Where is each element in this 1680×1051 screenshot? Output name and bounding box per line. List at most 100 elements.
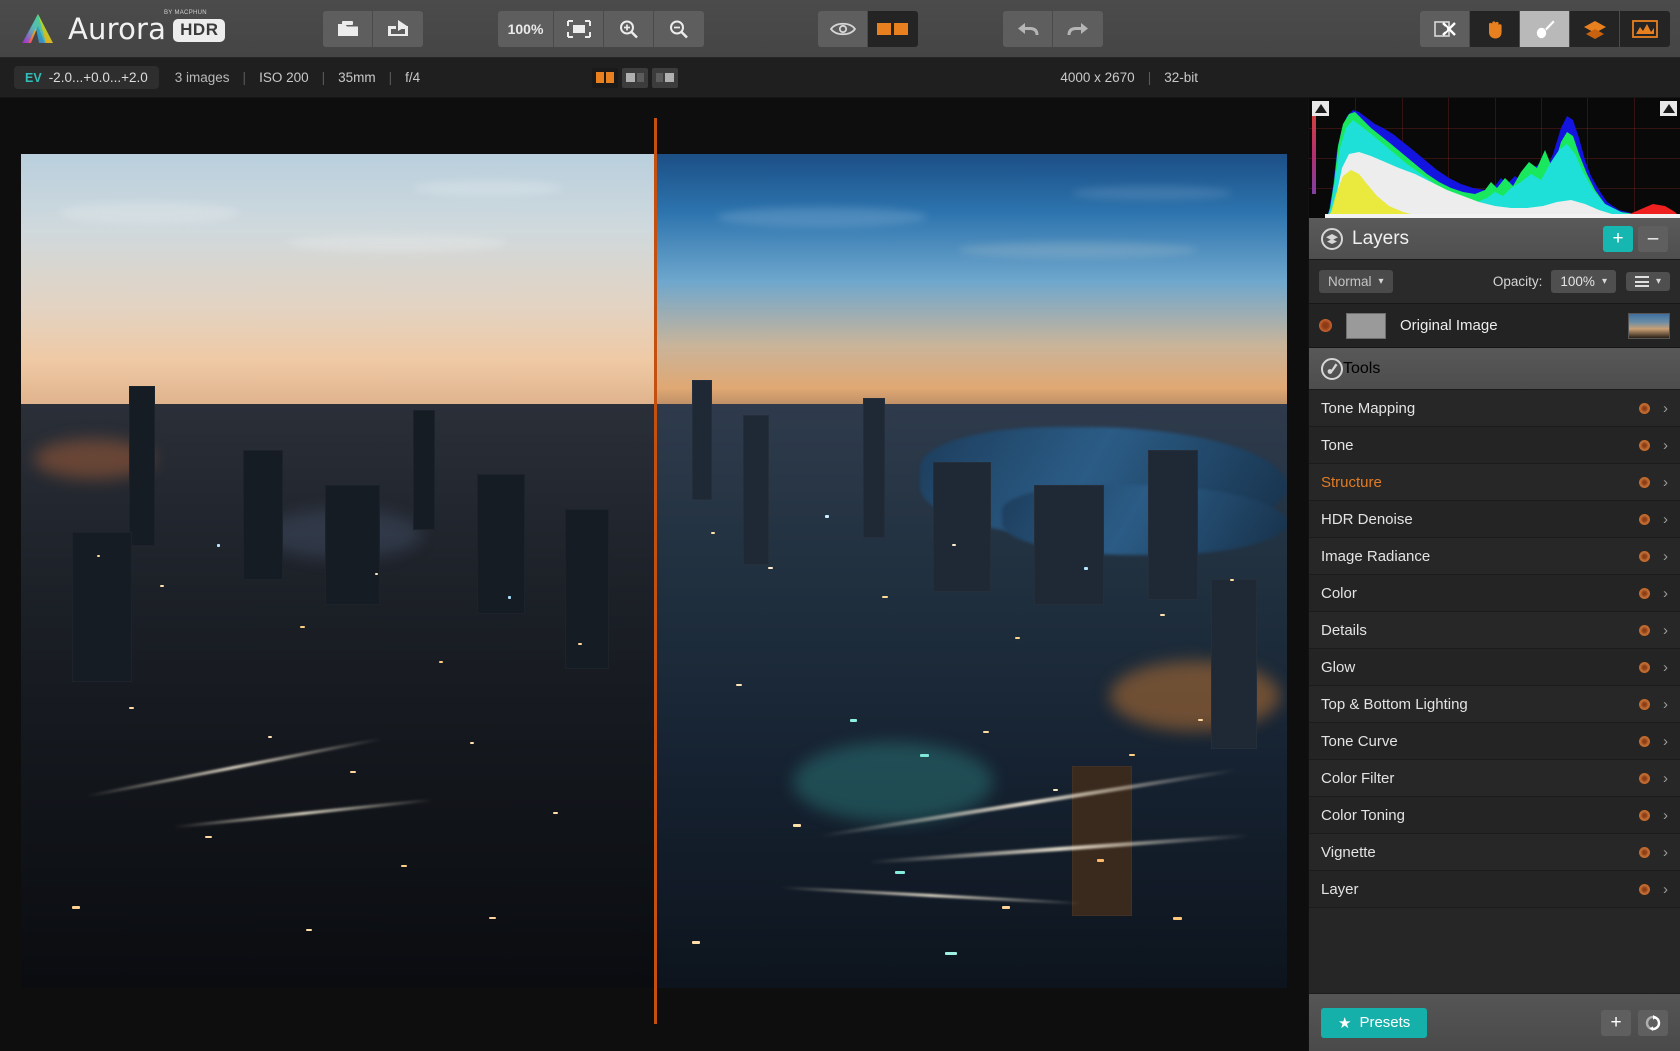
tool-enable-toggle[interactable] xyxy=(1639,809,1650,821)
tool-enable-toggle[interactable] xyxy=(1639,846,1650,858)
tool-row[interactable]: HDR Denoise › xyxy=(1309,501,1680,538)
layer-options-menu-button[interactable]: ▾ xyxy=(1625,272,1670,291)
tool-enable-toggle[interactable] xyxy=(1639,698,1650,710)
tool-enable-toggle[interactable] xyxy=(1639,624,1650,636)
histogram-display[interactable] xyxy=(1309,98,1680,218)
crop-button[interactable] xyxy=(1420,10,1470,47)
brush-tool-button[interactable] xyxy=(1520,10,1570,47)
remove-layer-button[interactable]: – xyxy=(1638,225,1668,252)
tool-row[interactable]: Image Radiance › xyxy=(1309,538,1680,575)
shadow-clipping-warning-icon[interactable] xyxy=(1312,101,1329,116)
tool-row[interactable]: Color Filter › xyxy=(1309,760,1680,797)
view-mode-split-button[interactable] xyxy=(592,67,618,88)
tool-row[interactable]: Top & Bottom Lighting › xyxy=(1309,686,1680,723)
tool-row[interactable]: Tone Curve › xyxy=(1309,723,1680,760)
chevron-right-icon[interactable]: › xyxy=(1663,548,1668,565)
chevron-down-icon: ▾ xyxy=(1378,276,1384,287)
tool-enable-toggle[interactable] xyxy=(1639,476,1650,488)
chevron-right-icon[interactable]: › xyxy=(1663,770,1668,787)
tool-label: Tone Curve xyxy=(1321,732,1398,750)
split-divider[interactable] xyxy=(654,117,657,1024)
tool-row[interactable]: Color › xyxy=(1309,575,1680,612)
chevron-right-icon[interactable]: › xyxy=(1663,474,1668,491)
image-canvas[interactable] xyxy=(0,98,1308,1051)
tool-enable-toggle[interactable] xyxy=(1639,402,1650,414)
ev-value: -2.0...+0.0...+2.0 xyxy=(48,70,148,85)
chevron-right-icon[interactable]: › xyxy=(1663,622,1668,639)
chevron-right-icon[interactable]: › xyxy=(1663,437,1668,454)
add-preset-button[interactable]: + xyxy=(1601,1009,1631,1036)
zoom-out-button[interactable] xyxy=(654,10,704,47)
tool-row[interactable]: Details › xyxy=(1309,612,1680,649)
tool-enable-toggle[interactable] xyxy=(1639,661,1650,673)
tool-label: HDR Denoise xyxy=(1321,510,1413,528)
chevron-right-icon[interactable]: › xyxy=(1663,511,1668,528)
tool-enable-toggle[interactable] xyxy=(1639,513,1650,525)
chevron-right-icon[interactable]: › xyxy=(1663,400,1668,417)
compare-split-button[interactable] xyxy=(868,10,918,47)
histogram-toggle-button[interactable] xyxy=(1620,10,1670,47)
redo-button[interactable] xyxy=(1053,10,1103,47)
image-count: 3 images xyxy=(174,70,230,85)
presets-button[interactable]: ★ Presets xyxy=(1321,1007,1428,1038)
image-dimensions: 4000 x 2670 xyxy=(1060,70,1135,85)
opacity-value: 100% xyxy=(1560,274,1595,289)
layers-tool-button[interactable] xyxy=(1570,10,1620,47)
opacity-select[interactable]: 100% ▾ xyxy=(1551,270,1616,293)
tool-enable-toggle[interactable] xyxy=(1639,883,1650,895)
chevron-right-icon[interactable]: › xyxy=(1663,733,1668,750)
blend-mode-select[interactable]: Normal ▾ xyxy=(1319,270,1393,293)
layer-visibility-toggle[interactable] xyxy=(1319,319,1332,332)
open-image-button[interactable] xyxy=(323,10,374,47)
hand-icon xyxy=(1488,20,1502,38)
city-lights-original xyxy=(21,404,654,988)
preview-toggle-button[interactable] xyxy=(818,10,868,47)
chevron-right-icon[interactable]: › xyxy=(1663,585,1668,602)
layers-panel-header: Layers + – xyxy=(1309,218,1680,260)
zoom-in-icon xyxy=(619,20,638,38)
view-mode-single-button[interactable] xyxy=(652,67,678,88)
zoom-in-button[interactable] xyxy=(604,10,654,47)
tool-enable-toggle[interactable] xyxy=(1639,439,1650,451)
tool-row[interactable]: Vignette › xyxy=(1309,834,1680,871)
share-export-button[interactable] xyxy=(373,10,424,47)
tool-label: Top & Bottom Lighting xyxy=(1321,695,1468,713)
sky-region-original xyxy=(21,153,654,421)
tool-row[interactable]: Tone › xyxy=(1309,427,1680,464)
tool-row[interactable]: Color Toning › xyxy=(1309,797,1680,834)
hand-tool-button[interactable] xyxy=(1470,10,1520,47)
tool-label: Color xyxy=(1321,584,1357,602)
tool-enable-toggle[interactable] xyxy=(1639,587,1650,599)
fit-to-screen-button[interactable] xyxy=(554,10,604,47)
highlight-clipping-warning-icon[interactable] xyxy=(1660,101,1677,116)
chevron-right-icon[interactable]: › xyxy=(1663,659,1668,676)
divider: | xyxy=(1147,70,1152,85)
sync-presets-button[interactable] xyxy=(1638,1009,1668,1036)
undo-button[interactable] xyxy=(1003,10,1053,47)
tool-label: Image Radiance xyxy=(1321,547,1431,565)
tool-row-controls: › xyxy=(1639,437,1668,454)
tool-enable-toggle[interactable] xyxy=(1639,735,1650,747)
tool-row-controls: › xyxy=(1639,474,1668,491)
tool-label: Layer xyxy=(1321,880,1359,898)
tool-enable-toggle[interactable] xyxy=(1639,550,1650,562)
tool-row[interactable]: Layer › xyxy=(1309,871,1680,908)
hamburger-icon xyxy=(1634,276,1649,287)
chevron-right-icon[interactable]: › xyxy=(1663,696,1668,713)
before-after-preview[interactable] xyxy=(21,117,1287,1024)
aurora-logo-icon xyxy=(18,12,58,46)
layer-row-original-image[interactable]: Original Image xyxy=(1309,304,1680,348)
preview-compare-group xyxy=(818,10,918,47)
add-layer-button[interactable]: + xyxy=(1603,225,1633,252)
chevron-right-icon[interactable]: › xyxy=(1663,881,1668,898)
tool-label: Tone xyxy=(1321,436,1354,454)
view-mode-side-by-side-button[interactable] xyxy=(622,67,648,88)
tool-row[interactable]: Tone Mapping › xyxy=(1309,390,1680,427)
chevron-right-icon[interactable]: › xyxy=(1663,844,1668,861)
tool-row-controls: › xyxy=(1639,400,1668,417)
tool-row[interactable]: Glow › xyxy=(1309,649,1680,686)
chevron-right-icon[interactable]: › xyxy=(1663,807,1668,824)
tool-enable-toggle[interactable] xyxy=(1639,772,1650,784)
tool-row[interactable]: Structure › xyxy=(1309,464,1680,501)
zoom-level-display[interactable]: 100% xyxy=(498,10,554,47)
